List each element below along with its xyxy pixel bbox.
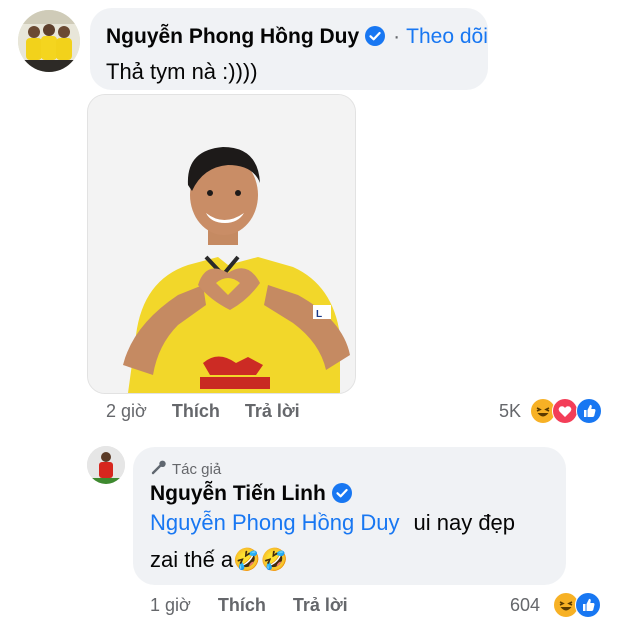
reaction-summary[interactable]	[530, 398, 604, 424]
verified-badge-icon	[365, 26, 386, 52]
like-button[interactable]: Thích	[172, 401, 220, 421]
love-icon	[552, 398, 578, 424]
comment-timestamp[interactable]: 2 giờ	[106, 401, 147, 421]
comment-actions: 2 giờ Thích Trả lời	[106, 401, 300, 422]
reply-actions: 1 giờ Thích Trả lời	[150, 595, 348, 616]
comment-text: Thả tym nà :))))	[106, 59, 258, 84]
comment-photo[interactable]: L	[87, 94, 356, 394]
reply-author-name[interactable]: Nguyễn Tiến Linh	[150, 482, 326, 505]
svg-text:L: L	[316, 309, 322, 320]
reaction-count[interactable]: 5K	[499, 401, 521, 422]
team-photo-icon	[18, 10, 80, 72]
like-icon	[576, 398, 602, 424]
verified-badge-icon	[331, 483, 352, 509]
player-heart-photo-icon: L	[88, 95, 355, 393]
avatar[interactable]	[18, 10, 80, 72]
reply-text-line2: zai thế a🤣🤣	[150, 547, 288, 572]
reply-timestamp[interactable]: 1 giờ	[150, 595, 191, 615]
comment-author-row: Nguyễn Phong Hồng Duy · Theo dõi	[106, 25, 488, 52]
like-icon	[575, 592, 601, 618]
reply-text-line1: Nguyễn Phong Hồng Duy ui nay đẹp	[150, 510, 516, 535]
player-avatar-icon	[87, 446, 125, 484]
mic-icon	[150, 460, 168, 480]
reaction-summary[interactable]	[553, 592, 603, 618]
reply-button[interactable]: Trả lời	[293, 595, 348, 615]
comment-bubble: Nguyễn Phong Hồng Duy · Theo dõi Thả tym n…	[90, 8, 488, 90]
comment-author-name[interactable]: Nguyễn Phong Hồng Duy	[106, 25, 359, 48]
separator-dot: ·	[393, 25, 401, 48]
follow-button[interactable]: Theo dõi	[406, 25, 488, 48]
author-tag: Tác giả	[150, 460, 221, 480]
mention-link[interactable]: Nguyễn Phong Hồng Duy	[150, 510, 400, 535]
like-button[interactable]: Thích	[218, 595, 266, 615]
reply-bubble: Tác giả Nguyễn Tiến Linh Nguyễn Phong Hồ…	[133, 447, 566, 585]
reaction-count[interactable]: 604	[510, 595, 540, 616]
reply-button[interactable]: Trả lời	[245, 401, 300, 421]
reply-avatar[interactable]	[87, 446, 125, 484]
reply-author-row: Nguyễn Tiến Linh	[150, 482, 352, 509]
